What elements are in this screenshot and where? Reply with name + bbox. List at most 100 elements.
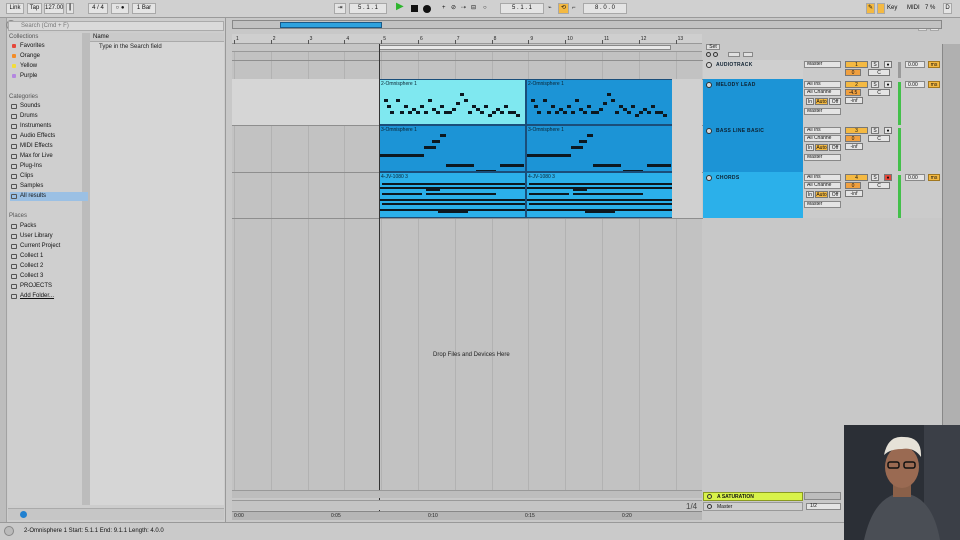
volume-value[interactable]: 0 (845, 182, 861, 189)
volume-value[interactable]: 0 (845, 69, 861, 76)
browser-search-input[interactable]: Search (Cmd + F) (8, 21, 224, 31)
tempo-field[interactable]: 127.00 (44, 3, 64, 14)
send-level[interactable]: -inf (845, 97, 863, 104)
back-to-arrangement-icon[interactable]: ⇢ (461, 3, 466, 14)
track-volume-field[interactable]: 0.00 (905, 174, 925, 181)
place-item[interactable]: Collect 1 (10, 252, 88, 261)
midi-map-button[interactable]: MIDI (907, 3, 920, 14)
overview-visible-range[interactable] (280, 22, 382, 28)
return-track-header[interactable]: A SATURATION (703, 492, 803, 501)
link-button[interactable]: Link (6, 3, 24, 14)
solo-button[interactable]: S (871, 127, 879, 134)
return-io[interactable] (804, 492, 841, 500)
monitor-in-button[interactable]: In (806, 98, 814, 105)
monitor-auto-button[interactable]: Auto (815, 98, 828, 105)
place-item[interactable]: User Library (10, 232, 88, 241)
output-select[interactable]: Master (804, 201, 841, 208)
output-select[interactable]: Master (804, 154, 841, 161)
track-fold-icon[interactable] (706, 175, 712, 181)
metronome-button[interactable]: ○ ● (111, 3, 129, 14)
automation-arm-icon[interactable]: ⊘ (451, 3, 456, 14)
track-name[interactable]: MELODY LEAD (716, 82, 756, 88)
track-activator[interactable]: 4 (845, 174, 868, 181)
monitor-off-button[interactable]: Off (829, 98, 841, 105)
track-name[interactable]: CHORDS (716, 175, 739, 181)
category-item[interactable]: Instruments (10, 122, 88, 131)
stop-icon[interactable] (411, 5, 418, 12)
loop-brace[interactable] (379, 45, 671, 50)
draw-mode-icon[interactable]: ⌁ (548, 3, 552, 14)
info-toggle-icon[interactable] (4, 526, 14, 536)
quantization-menu[interactable]: 1 Bar (132, 3, 156, 14)
category-item[interactable]: Max for Live (10, 152, 88, 161)
track-activator[interactable]: 3 (845, 127, 868, 134)
master-fold-icon[interactable] (707, 504, 712, 509)
play-icon[interactable]: ▶ (396, 1, 404, 12)
track-activator[interactable]: 2 (845, 81, 868, 88)
arm-button[interactable]: ● (884, 81, 892, 88)
send-level[interactable]: -inf (845, 143, 863, 150)
io-toggle-icon[interactable] (728, 52, 740, 57)
arrangement-overview[interactable] (232, 20, 942, 29)
loop-switch-icon[interactable]: ⟲ (558, 3, 569, 14)
track-fold-icon[interactable] (706, 128, 712, 134)
solo-button[interactable]: S (871, 81, 879, 88)
place-item[interactable]: Packs (10, 222, 88, 231)
loop-start-field[interactable]: 5 . 1 . 1 (500, 3, 544, 14)
key-map-button[interactable]: Key (887, 3, 897, 14)
place-item[interactable]: PROJECTS (10, 282, 88, 291)
pan-knob[interactable]: C (868, 89, 890, 96)
collection-item[interactable]: Favorites (10, 42, 88, 51)
arrangement-clip[interactable]: 2-Omnisphere 1 (379, 79, 526, 125)
input-type-select[interactable]: All Ins (804, 127, 841, 134)
arrangement-clip[interactable]: 4-JV-1080 3 (379, 172, 526, 218)
input-type-select[interactable]: All Ins (804, 174, 841, 181)
record-icon[interactable] (423, 5, 431, 13)
follow-icon[interactable]: ⇥ (334, 3, 346, 14)
monitor-off-button[interactable]: Off (829, 144, 841, 151)
track-volume-field[interactable]: 0.00 (905, 61, 925, 68)
category-item[interactable]: Drums (10, 112, 88, 121)
collection-item[interactable]: Purple (10, 72, 88, 81)
place-item[interactable]: Collect 3 (10, 272, 88, 281)
delay-unit-toggle[interactable]: ms (928, 81, 940, 88)
tap-button[interactable]: Tap (27, 3, 42, 14)
monitor-off-button[interactable]: Off (829, 191, 841, 198)
arm-button[interactable]: ● (884, 61, 892, 68)
delay-unit-toggle[interactable]: ms (928, 61, 940, 68)
delay-unit-toggle[interactable]: ms (928, 174, 940, 181)
volume-value[interactable]: -4.5 (845, 89, 861, 96)
arrangement-position-field[interactable]: 5 . 1 . 1 (349, 3, 387, 14)
collection-item[interactable]: Yellow (10, 62, 88, 71)
input-channel-select[interactable]: All Channe (804, 89, 841, 96)
solo-button[interactable]: S (871, 61, 879, 68)
monitor-in-button[interactable]: In (806, 191, 814, 198)
arrangement-clip[interactable]: 3-Omnisphere 1 (526, 125, 673, 172)
category-item[interactable]: All results (10, 192, 88, 201)
category-item[interactable]: Sounds (10, 102, 88, 111)
time-signature-field[interactable]: 4 / 4 (88, 3, 108, 14)
arrangement-clip[interactable]: 4-JV-1080 3 (526, 172, 673, 218)
pan-knob[interactable]: C (868, 182, 890, 189)
category-item[interactable]: Audio Effects (10, 132, 88, 141)
arm-button[interactable]: ● (884, 174, 892, 181)
send-level[interactable]: -inf (845, 190, 863, 197)
track-fold-icon[interactable] (706, 82, 712, 88)
pan-knob[interactable]: C (868, 69, 890, 76)
input-channel-select[interactable]: All Channe (804, 135, 841, 142)
place-item[interactable]: Collect 2 (10, 262, 88, 271)
beat-time-ruler[interactable]: 1 2 3 4 5 6 7 8 9 10 11 12 13 (232, 34, 702, 44)
preview-icon[interactable] (20, 511, 27, 518)
monitor-in-button[interactable]: In (806, 144, 814, 151)
monitor-auto-button[interactable]: Auto (815, 191, 828, 198)
monitor-auto-button[interactable]: Auto (815, 144, 828, 151)
track-volume-field[interactable]: 0.00 (905, 81, 925, 88)
punch-in-icon[interactable]: ⌐ (572, 3, 576, 14)
category-item[interactable]: Samples (10, 182, 88, 191)
arrangement-clip[interactable]: 2-Omnisphere 1 (526, 79, 673, 125)
name-column-header[interactable]: Name (90, 33, 224, 42)
track-fold-icon[interactable] (706, 62, 712, 68)
nudge-icon[interactable]: ┃ (66, 3, 74, 14)
return-fold-icon[interactable] (707, 494, 712, 499)
solo-button[interactable]: S (871, 174, 879, 181)
